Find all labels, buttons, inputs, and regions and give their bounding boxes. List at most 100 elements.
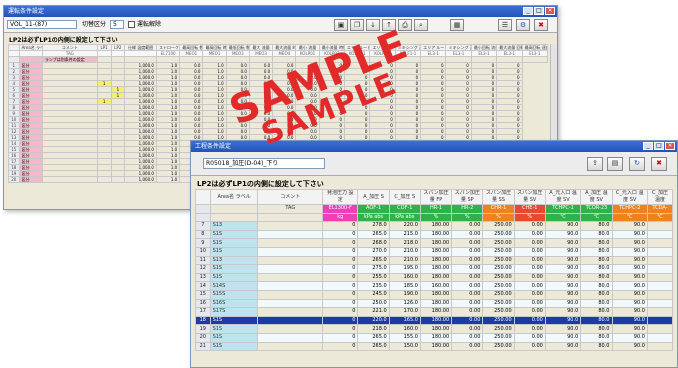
export-icon[interactable]: ⇪: [587, 157, 603, 171]
table-cell[interactable]: 180.00: [419, 229, 453, 240]
table-row[interactable]: 12 S1S 0 275.0 195.0 180.00 0.00 250.00 0.00 90.0…: [195, 264, 674, 274]
table-cell[interactable]: 80.0: [580, 246, 613, 257]
table-cell[interactable]: 0.00: [451, 229, 484, 240]
column-header[interactable]: A_加圧 温度 SV: [580, 189, 613, 205]
copy-icon[interactable]: ❐: [350, 19, 364, 31]
comment-cell[interactable]: [257, 298, 324, 309]
table-cell[interactable]: 221.0: [357, 307, 390, 317]
column-header[interactable]: 最低回転 数: [225, 44, 250, 51]
table-row[interactable]: 9 S1S 0 268.0 218.0 180.00 0.00 250.00 0.00 90.0 8…: [195, 238, 674, 248]
column-header[interactable]: 仕様 温度範囲: [124, 44, 157, 51]
table-cell[interactable]: 90.0: [611, 238, 648, 248]
table-cell[interactable]: 90.0: [611, 246, 648, 257]
minimize-icon[interactable]: _: [643, 142, 653, 150]
table-cell[interactable]: 0.00: [513, 332, 546, 343]
table-cell[interactable]: 0.00: [451, 281, 484, 291]
table-cell[interactable]: [646, 272, 674, 283]
table-cell[interactable]: [96, 176, 112, 183]
table-cell[interactable]: 90.0: [611, 281, 648, 291]
table-cell[interactable]: 250.00: [482, 238, 515, 248]
column-header[interactable]: 最高回転 数: [179, 44, 204, 51]
table-cell[interactable]: 80.0: [580, 298, 613, 309]
table-cell[interactable]: [646, 307, 674, 317]
column-header[interactable]: 最高回転 速度: [521, 44, 549, 51]
column-header[interactable]: ストローク 時間: [155, 44, 181, 51]
table-row[interactable]: 19 S1S 0 218.0 160.0 180.00 0.00 250.00 0.00 90.0…: [195, 324, 674, 334]
table-cell[interactable]: [646, 315, 674, 326]
table-cell[interactable]: 215.0: [388, 229, 421, 240]
table-cell[interactable]: 250.00: [482, 221, 515, 231]
table-cell[interactable]: [110, 176, 126, 183]
table-row[interactable]: 16 S16S 0 250.0 126.0 180.00 0.00 250.00 0.00 90.…: [195, 298, 674, 309]
table-cell[interactable]: 0.00: [513, 341, 546, 352]
column-header[interactable]: 最大流量 時間: [272, 44, 297, 51]
table-cell[interactable]: 90.0: [544, 246, 582, 257]
table-row[interactable]: 21 S1S 0 265.0 150.0 180.00 0.00 250.00 0.00 90.0…: [195, 341, 674, 352]
table-cell[interactable]: 90.0: [544, 221, 582, 231]
name-cell[interactable]: S1S: [209, 315, 259, 326]
table-row[interactable]: 13 S1S 0 255.0 160.0 180.00 0.00 250.00 0.00 90.0…: [195, 272, 674, 283]
comment-cell[interactable]: [257, 255, 324, 266]
table-cell[interactable]: 90.0: [544, 324, 582, 334]
table-cell[interactable]: 0.00: [451, 272, 484, 283]
table-cell[interactable]: 80.0: [580, 255, 613, 266]
table-cell[interactable]: 250.00: [482, 255, 515, 266]
table-cell[interactable]: 0.00: [513, 229, 546, 240]
table-cell[interactable]: 180.00: [419, 341, 453, 352]
table-cell[interactable]: 80.0: [580, 238, 613, 248]
table-cell[interactable]: 270.0: [357, 246, 390, 257]
table-cell[interactable]: 250.00: [482, 341, 515, 352]
table-cell[interactable]: 90.0: [611, 324, 648, 334]
column-header[interactable]: C_元入口 温度 SV: [611, 189, 648, 205]
table-cell[interactable]: 0.00: [513, 298, 546, 309]
table-cell[interactable]: 220.0: [388, 221, 421, 231]
name-cell[interactable]: S13: [209, 221, 259, 231]
condition-name-field[interactable]: VOL_11-(87): [7, 20, 77, 29]
comment-cell[interactable]: [257, 272, 324, 283]
table-cell[interactable]: 180.00: [419, 324, 453, 334]
table-cell[interactable]: 0: [322, 341, 359, 352]
table-cell[interactable]: 250.00: [482, 298, 515, 309]
table-cell[interactable]: 180.00: [419, 289, 453, 300]
search-icon[interactable]: ⌕: [414, 19, 428, 31]
table-cell[interactable]: 180.00: [419, 255, 453, 266]
table-cell[interactable]: 0.00: [451, 341, 484, 352]
table-cell[interactable]: 0: [322, 272, 359, 283]
comment-cell[interactable]: [257, 264, 324, 274]
table-cell[interactable]: 0.00: [451, 246, 484, 257]
table-cell[interactable]: [521, 56, 549, 63]
table-cell[interactable]: 220.0: [357, 315, 390, 326]
table-row[interactable]: 11 S13 0 265.0 210.0 180.00 0.00 250.00 0.00 90.0…: [195, 255, 674, 266]
column-header[interactable]: スパン加圧 量 FP: [419, 189, 453, 205]
column-header[interactable]: A_加圧 S: [357, 189, 390, 205]
close-icon[interactable]: ×: [545, 7, 555, 15]
table-cell[interactable]: 250.00: [482, 307, 515, 317]
comment-cell[interactable]: [41, 176, 98, 183]
table-cell[interactable]: 180.00: [419, 298, 453, 309]
table-cell[interactable]: [646, 264, 674, 274]
table-cell[interactable]: 250.00: [482, 289, 515, 300]
table-cell[interactable]: 0.00: [513, 324, 546, 334]
table-cell[interactable]: 90.0: [611, 264, 648, 274]
comment-cell[interactable]: [257, 238, 324, 248]
table-cell[interactable]: 0.00: [513, 315, 546, 326]
table-cell[interactable]: 90.0: [544, 332, 582, 343]
table-cell[interactable]: 80.0: [580, 324, 613, 334]
table-cell[interactable]: 275.0: [357, 264, 390, 274]
selected-table-row[interactable]: 18 S1S 0 220.0 165.0 180.00 0.00 250.00 0.00 90.0…: [195, 315, 674, 326]
table-cell[interactable]: 90.0: [611, 298, 648, 309]
exit-icon[interactable]: ✖: [534, 19, 548, 31]
table-cell[interactable]: 250.00: [482, 332, 515, 343]
table-cell[interactable]: 0.00: [513, 307, 546, 317]
refresh-icon[interactable]: ↻: [629, 157, 645, 171]
exit-icon[interactable]: ✖: [651, 157, 667, 171]
table-cell[interactable]: 218.0: [357, 324, 390, 334]
table-cell[interactable]: 235.0: [357, 281, 390, 291]
table-cell[interactable]: 90.0: [544, 289, 582, 300]
table-cell[interactable]: 90.0: [544, 238, 582, 248]
table-cell[interactable]: 0: [322, 307, 359, 317]
name-cell[interactable]: S1S: [209, 272, 259, 283]
table-row[interactable]: 14 S14S 0 235.0 185.0 160.00 0.00 250.00 0.00 90.…: [195, 281, 674, 291]
table-cell[interactable]: 160.00: [419, 281, 453, 291]
table-cell[interactable]: 126.0: [388, 298, 421, 309]
